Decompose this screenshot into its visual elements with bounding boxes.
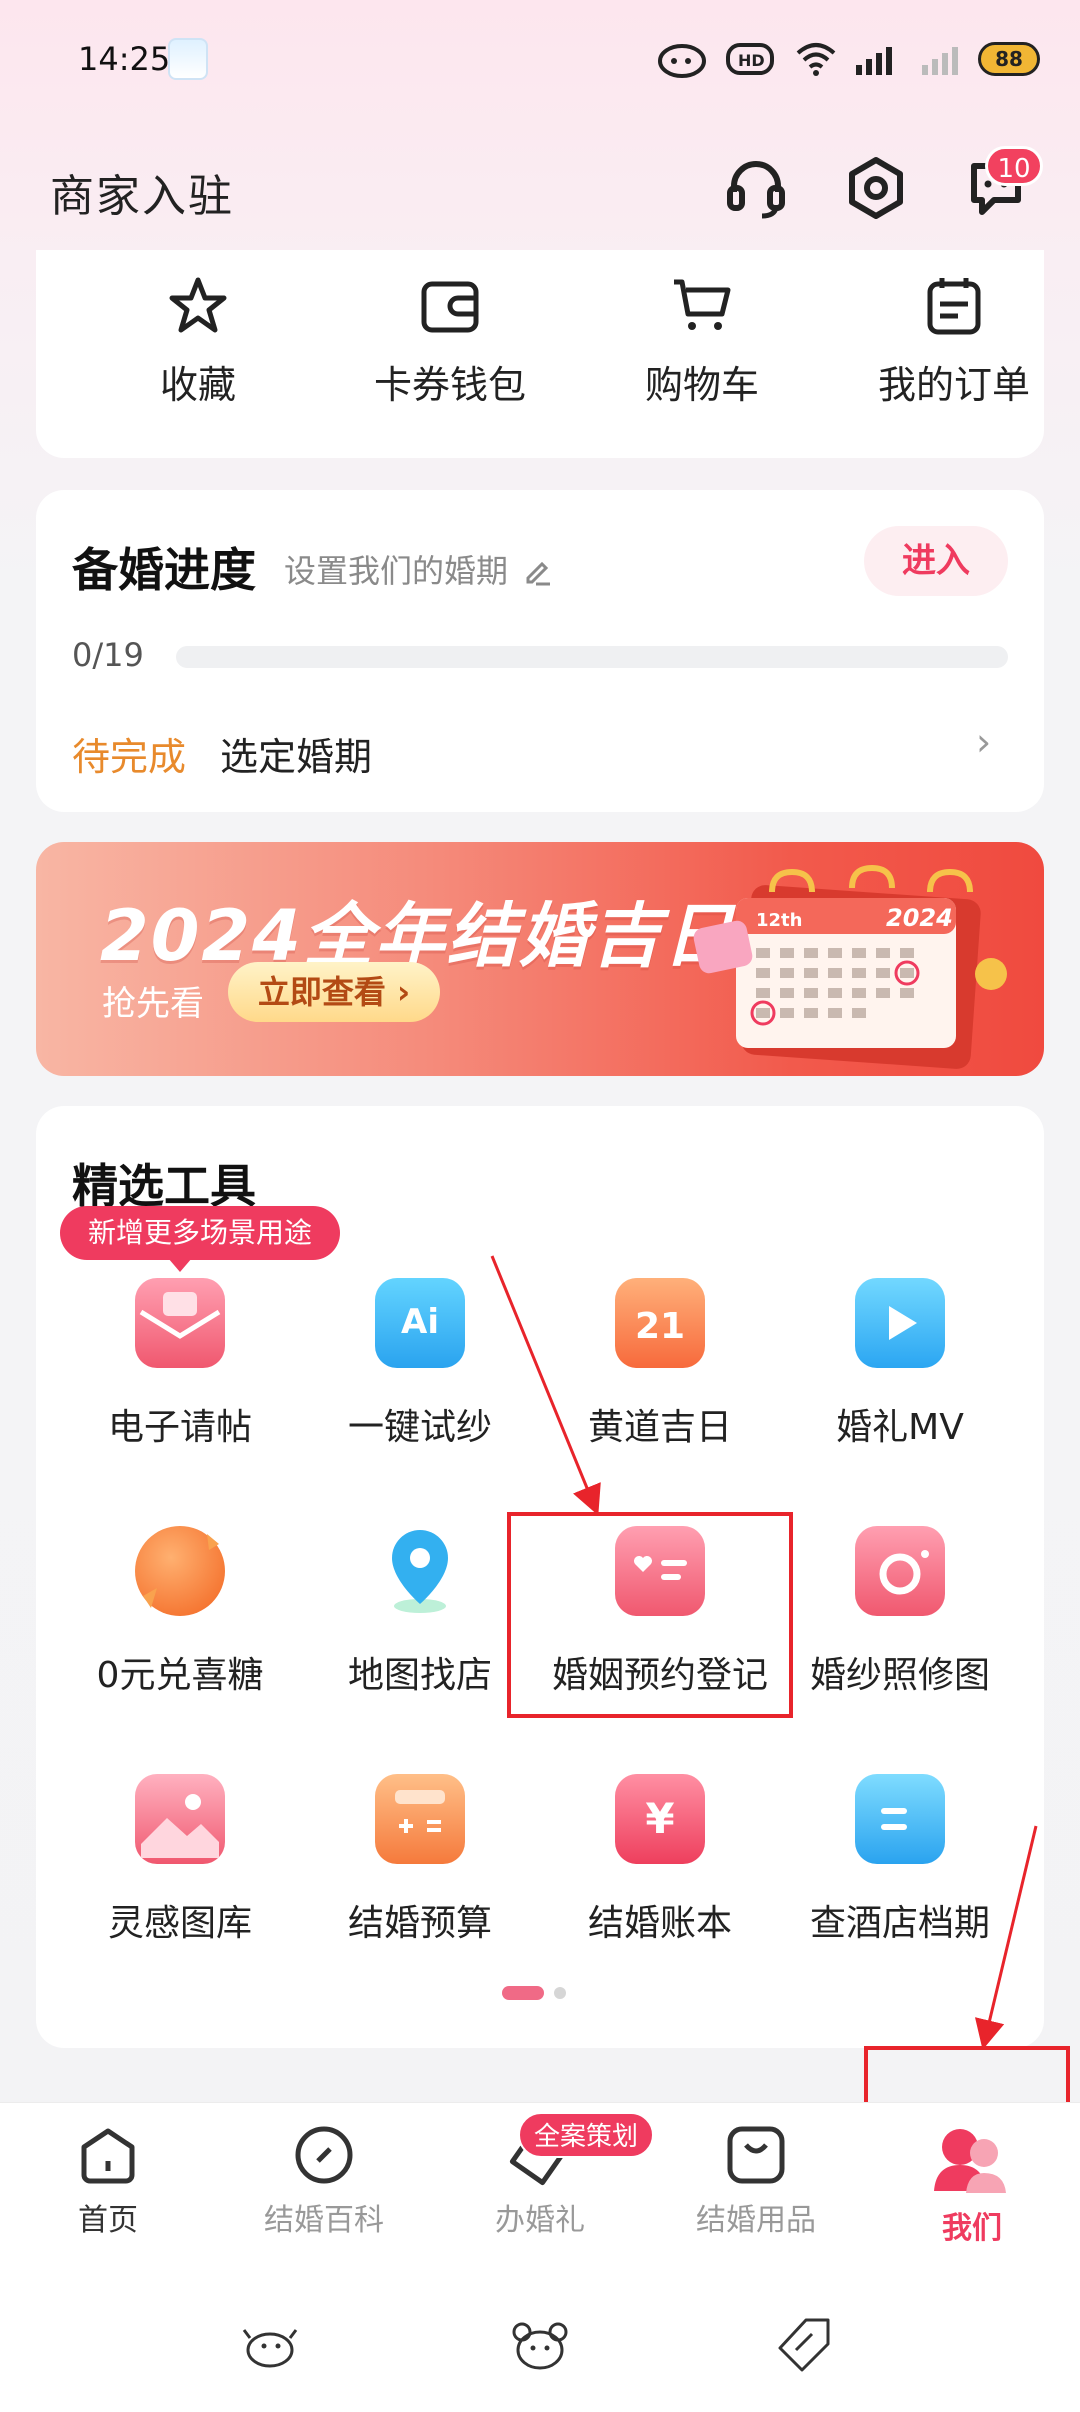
nav-encyclopedia[interactable]: 结婚百科 — [224, 2123, 424, 2239]
home-icon — [81, 2128, 135, 2184]
system-nav-bar — [0, 2278, 1080, 2412]
cow-icon[interactable] — [240, 2318, 300, 2374]
annotation-arrows — [490, 1255, 1038, 2050]
nav-supplies[interactable]: 结婚用品 — [656, 2123, 856, 2239]
tag-icon[interactable] — [776, 2314, 836, 2378]
full-planning-badge: 全案策划 — [518, 2112, 655, 2158]
nav-we[interactable]: 我们 — [872, 2123, 1072, 2247]
nav-label: 办婚礼 — [495, 2203, 585, 2238]
nav-label: 我们 — [942, 2211, 1002, 2246]
nav-label: 结婚百科 — [264, 2203, 384, 2238]
bear-icon[interactable] — [508, 2318, 572, 2374]
couple-icon — [934, 2129, 1006, 2193]
nav-label: 首页 — [78, 2203, 138, 2238]
nav-label: 结婚用品 — [696, 2203, 816, 2238]
compass-icon — [295, 2126, 353, 2184]
nav-home[interactable]: 首页 — [8, 2123, 208, 2239]
bag-icon — [727, 2126, 785, 2184]
